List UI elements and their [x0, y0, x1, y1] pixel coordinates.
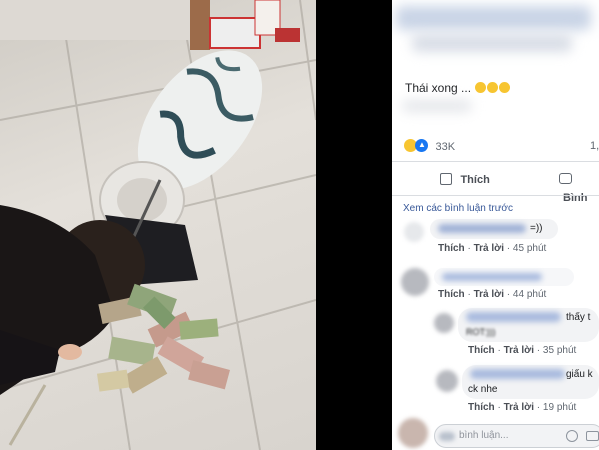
crying-emoji-icon — [475, 82, 487, 93]
view-previous-comments-link[interactable]: Xem các bình luận trước — [403, 203, 513, 214]
blurred-prefix — [439, 432, 455, 441]
comment-bubble: =)) — [430, 219, 558, 239]
avatar[interactable] — [434, 313, 454, 333]
avatar[interactable] — [436, 370, 458, 392]
comment-like-link[interactable]: Thích — [438, 243, 465, 254]
comment-text: thấy t — [566, 312, 591, 323]
crying-emoji-icon — [499, 82, 511, 93]
reaction-count: 33K — [435, 141, 456, 153]
comment-meta: Thích · Trả lời · 35 phút — [468, 345, 577, 356]
black-gap — [316, 0, 392, 450]
comment-meta: Thích · Trả lời · 19 phút — [468, 402, 577, 413]
comment-label: Bình — [563, 192, 588, 204]
comment-meta: Thích · Trả lời · 45 phút — [438, 243, 547, 254]
divider — [392, 161, 599, 162]
thumbs-up-icon — [440, 173, 452, 185]
facebook-post-panel: Thái xong ... ▲ 33K 1, Thích Bình Xem cá… — [392, 0, 599, 450]
comment-text: ROT:))) — [466, 327, 496, 337]
comment-input[interactable]: bình luận... — [434, 424, 599, 448]
comment-like-link[interactable]: Thích — [468, 402, 495, 413]
comment-bubble — [434, 268, 574, 286]
comment-bubble: thấy t ROT:))) — [458, 308, 599, 342]
comment-time: 44 phút — [512, 289, 547, 300]
blurred-name — [470, 369, 565, 379]
blurred-header — [396, 6, 591, 30]
blurred-name — [466, 312, 561, 322]
comment-button[interactable]: Bình — [559, 170, 599, 204]
comment-bubble-icon — [559, 173, 572, 184]
comment-time: 19 phút — [542, 402, 577, 413]
like-reaction-icon: ▲ — [415, 139, 428, 152]
comment-reply-link[interactable]: Trả lời — [474, 243, 504, 254]
crying-emoji-icon — [487, 82, 499, 93]
blurred-caption — [402, 100, 472, 112]
camera-icon[interactable] — [586, 431, 599, 441]
blurred-header-line — [412, 34, 572, 52]
like-button[interactable]: Thích — [440, 170, 490, 186]
divider — [392, 195, 599, 196]
comment-reply-link[interactable]: Trả lời — [504, 402, 534, 413]
comment-like-link[interactable]: Thích — [468, 345, 495, 356]
comment-meta: Thích · Trả lời · 44 phút — [438, 289, 547, 300]
comment-text: giấu k — [566, 369, 593, 380]
comment-input-placeholder: bình luận... — [459, 430, 509, 441]
like-label: Thích — [460, 174, 490, 186]
post-caption-text: Thái xong ... — [405, 81, 472, 95]
comment-bubble: giấu k ck nhe — [462, 365, 599, 399]
comment-text: ck nhe — [468, 384, 498, 395]
share-count: 1, — [590, 140, 599, 152]
comment-reply-link[interactable]: Trả lời — [474, 289, 504, 300]
post-caption: Thái xong ... — [405, 81, 511, 95]
blurred-name — [442, 273, 542, 281]
post-photo[interactable] — [0, 0, 316, 450]
avatar[interactable] — [398, 418, 428, 448]
reaction-summary[interactable]: ▲ 33K — [404, 139, 455, 157]
avatar[interactable] — [401, 268, 429, 296]
photo-scene — [0, 0, 316, 450]
comment-like-link[interactable]: Thích — [438, 289, 465, 300]
smiley-icon[interactable] — [566, 430, 578, 442]
comment-text: =)) — [530, 223, 543, 234]
blurred-name — [438, 224, 526, 233]
comment-reply-link[interactable]: Trả lời — [504, 345, 534, 356]
comment-time: 35 phút — [542, 345, 577, 356]
avatar[interactable] — [404, 222, 424, 242]
comment-time: 45 phút — [512, 243, 547, 254]
